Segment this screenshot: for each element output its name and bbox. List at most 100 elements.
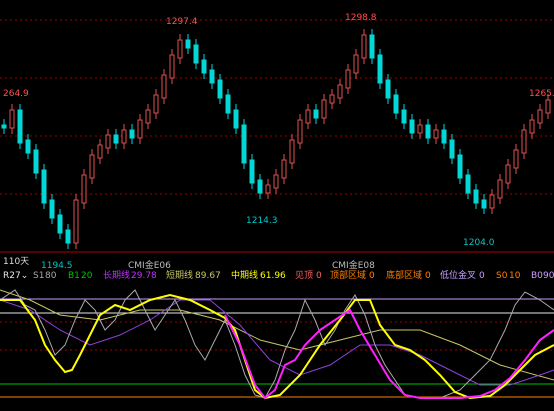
bottom-zone-value: 0 <box>425 271 431 281</box>
candle-body <box>529 119 535 134</box>
low-golden-cross-value: 0 <box>479 271 485 281</box>
price-label-low-2: 1214.3 <box>246 216 278 226</box>
candle-body <box>417 124 423 134</box>
candle-body <box>89 154 95 179</box>
candle-body <box>465 174 471 194</box>
candle-body <box>225 94 231 114</box>
candle-body <box>473 189 479 204</box>
candle-body <box>249 159 255 184</box>
b1-label: B1 <box>68 271 80 281</box>
s1-value: 80 <box>45 271 57 281</box>
long-line-label: 长期线 <box>103 271 131 281</box>
candle-body <box>1 124 7 129</box>
candle-body <box>281 159 287 179</box>
b0-value: 90 <box>543 271 554 281</box>
b0-label: B0 <box>531 271 543 281</box>
candle-body <box>65 229 71 244</box>
candle-body <box>9 109 15 129</box>
candle-body <box>401 109 407 124</box>
low-golden-cross-label: 低位金叉 <box>440 271 477 281</box>
candle-body <box>73 199 79 244</box>
candle-body <box>369 34 375 59</box>
short-line-value: 89.67 <box>195 271 221 281</box>
price-label-high-1: 1297.4 <box>166 17 198 27</box>
price-label-high-2: 1298.8 <box>345 13 377 23</box>
candle-body <box>193 44 199 64</box>
candle-body <box>537 109 543 124</box>
candle-body <box>17 109 23 144</box>
candle-body <box>217 79 223 99</box>
candle-body <box>169 54 175 79</box>
candle-body <box>113 134 119 144</box>
candle-body <box>161 74 167 99</box>
candle-body <box>441 129 447 144</box>
candle-body <box>497 179 503 199</box>
candle-body <box>129 129 135 139</box>
candle-body <box>297 119 303 144</box>
s0-label: S0 <box>496 271 508 281</box>
indicator-lines <box>0 289 554 400</box>
top-zone-value: 0 <box>369 271 375 281</box>
candle-body <box>489 194 495 209</box>
indicator-selector[interactable]: R27⌄ <box>3 270 28 283</box>
candle-body <box>305 109 311 124</box>
b1-value: 20 <box>81 271 93 281</box>
candle-body <box>185 39 191 49</box>
candle-body <box>33 149 39 174</box>
candle-body <box>49 199 55 219</box>
candle-body <box>457 154 463 179</box>
stock-chart-canvas[interactable] <box>0 0 554 411</box>
short-line-label: 短期线 <box>166 271 194 281</box>
candle-body <box>81 174 87 204</box>
candle-body <box>257 179 263 194</box>
candle-body <box>321 99 327 119</box>
price-label-low-3: 1204.0 <box>463 238 495 248</box>
candle-body <box>201 59 207 74</box>
candle-body <box>521 129 527 154</box>
candle-body <box>481 199 487 209</box>
candle-body <box>153 94 159 114</box>
candle-body <box>177 39 183 59</box>
candle-body <box>25 139 31 154</box>
price-label-right-high: 1265.0 <box>529 89 554 99</box>
period-label: 110天 <box>3 257 30 267</box>
candle-body <box>241 124 247 164</box>
candle-body <box>145 109 151 124</box>
indicator-name: R27 <box>3 271 21 281</box>
candle-body <box>385 79 391 99</box>
candle-body <box>505 164 511 184</box>
candle-body <box>105 134 111 149</box>
long-line-value: 29.78 <box>131 271 157 281</box>
candle-body <box>57 214 63 234</box>
candle-body <box>393 94 399 114</box>
candle-body <box>545 99 551 114</box>
mid-line-label: 中期线 <box>231 271 259 281</box>
candle-body <box>329 94 335 104</box>
jiandi-value: 0 <box>316 271 322 281</box>
candle-body <box>97 144 103 159</box>
candle-body <box>353 54 359 74</box>
candle-body <box>233 109 239 129</box>
chevron-down-icon: ⌄ <box>20 271 29 281</box>
candle-body <box>449 139 455 159</box>
candle-body <box>121 129 127 144</box>
mid-line-value: 61.96 <box>260 271 286 281</box>
s0-value: 10 <box>509 271 521 281</box>
candle-body <box>313 109 319 119</box>
top-zone-label: 顶部区域 <box>330 271 367 281</box>
jiandi-label: 见顶 <box>295 271 314 281</box>
price-label-left-high: 264.9 <box>3 89 29 99</box>
candle-body <box>265 184 271 194</box>
candle-body <box>345 69 351 89</box>
candle-body <box>513 149 519 169</box>
candle-body <box>41 169 47 204</box>
candle-body <box>289 139 295 164</box>
candle-body <box>273 174 279 189</box>
candle-body <box>377 54 383 84</box>
s1-label: S1 <box>33 271 45 281</box>
candle-body <box>433 129 439 139</box>
candle-body <box>337 84 343 99</box>
candle-body <box>361 34 367 59</box>
candle-body <box>409 119 415 134</box>
candle-body <box>425 124 431 139</box>
